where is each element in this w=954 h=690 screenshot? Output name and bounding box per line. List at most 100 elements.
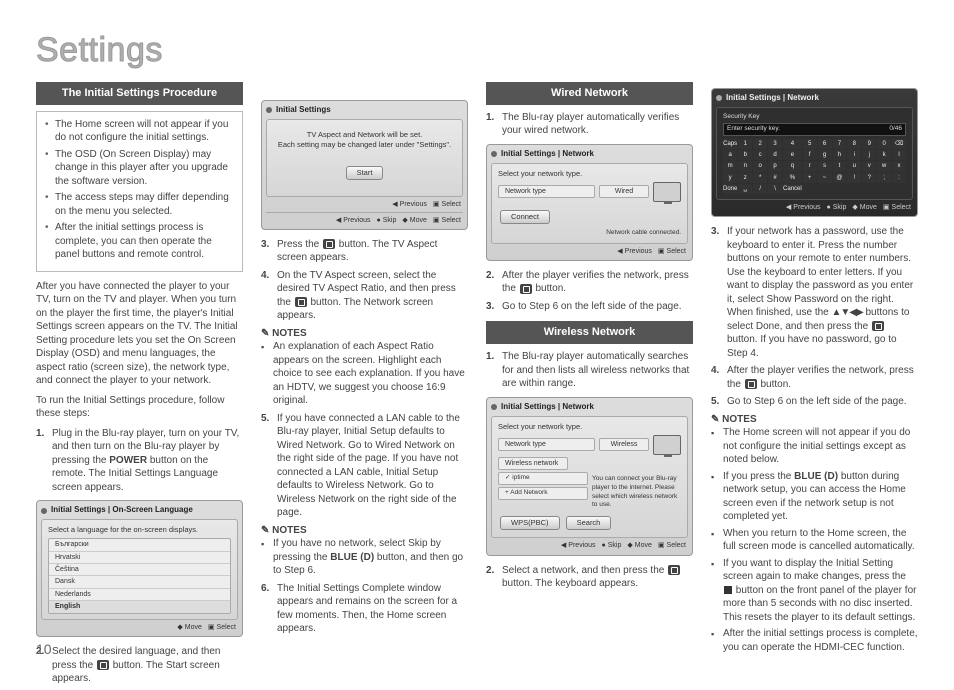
language-list[interactable]: Български Hrvatski Čeština Dansk Nederla… — [48, 538, 231, 614]
key[interactable]: w — [877, 161, 891, 171]
tv-icon — [653, 182, 681, 202]
key[interactable]: # — [768, 173, 782, 183]
key[interactable]: / — [753, 184, 767, 194]
key[interactable]: 8 — [847, 139, 861, 149]
key[interactable]: y — [723, 173, 737, 183]
key[interactable]: c — [753, 150, 767, 160]
pw-step-3: 3. If your network has a password, use t… — [711, 225, 918, 360]
key[interactable]: x — [892, 161, 906, 171]
key[interactable]: 2 — [753, 139, 767, 149]
key[interactable]: Caps — [723, 139, 737, 149]
key[interactable]: h — [833, 150, 847, 160]
key[interactable]: l — [892, 150, 906, 160]
key[interactable]: p — [768, 161, 782, 171]
lang-item[interactable]: Hrvatski — [49, 552, 230, 564]
key[interactable]: 5 — [803, 139, 817, 149]
key[interactable]: \ — [768, 184, 782, 194]
key[interactable]: 9 — [862, 139, 876, 149]
key[interactable]: t — [833, 161, 847, 171]
lang-item[interactable]: Български — [49, 539, 230, 551]
key[interactable]: k — [877, 150, 891, 160]
shot-title: Initial Settings | Network — [501, 402, 594, 413]
dot-icon — [266, 107, 272, 113]
key[interactable]: o — [753, 161, 767, 171]
start-button[interactable]: Start — [346, 166, 384, 180]
footer-previous: ◀ Previous — [336, 216, 371, 225]
footer-move: ◆ Move — [852, 203, 877, 212]
enter-icon — [520, 284, 532, 294]
column-2: Initial Settings TV Aspect and Network w… — [261, 82, 468, 690]
key[interactable]: j — [862, 150, 876, 160]
key[interactable]: Done — [723, 184, 737, 194]
key[interactable]: u — [847, 161, 861, 171]
key[interactable]: Cancel — [783, 184, 802, 194]
key[interactable]: 6 — [818, 139, 832, 149]
key[interactable]: a — [723, 150, 737, 160]
key[interactable]: r — [803, 161, 817, 171]
network-type-label: Network type — [498, 185, 595, 198]
key[interactable]: 0 — [877, 139, 891, 149]
key[interactable]: ? — [862, 173, 876, 183]
intro-paragraph: After you have connected the player to y… — [36, 280, 243, 388]
pw-step-5: 5.Go to Step 6 on the left side of the p… — [711, 395, 918, 409]
network-item[interactable]: ✓ iptime — [498, 472, 588, 485]
key[interactable]: ~ — [818, 173, 832, 183]
key[interactable]: f — [803, 150, 817, 160]
intro-paragraph-2: To run the Initial Settings procedure, f… — [36, 394, 243, 421]
key[interactable]: q — [783, 161, 802, 171]
shot-title: Initial Settings | Network — [726, 93, 819, 104]
key[interactable]: m — [723, 161, 737, 171]
key[interactable]: * — [753, 173, 767, 183]
key[interactable]: : — [892, 173, 906, 183]
connect-button[interactable]: Connect — [500, 210, 550, 224]
key[interactable]: @ — [833, 173, 847, 183]
network-type-value[interactable]: Wired — [599, 185, 649, 198]
dot-icon — [41, 508, 47, 514]
key[interactable]: 1 — [738, 139, 752, 149]
key[interactable]: z — [738, 173, 752, 183]
enter-icon — [872, 321, 884, 331]
key[interactable]: v — [862, 161, 876, 171]
enter-icon — [97, 660, 109, 670]
lang-item[interactable]: Čeština — [49, 564, 230, 576]
network-type-value[interactable]: Wireless — [599, 438, 649, 451]
key[interactable]: ⌫ — [892, 139, 906, 149]
note-item: When you return to the Home screen, the … — [711, 527, 918, 554]
key[interactable]: s — [818, 161, 832, 171]
key[interactable]: ! — [847, 173, 861, 183]
key[interactable]: i — [847, 150, 861, 160]
footer-select: ▣ Select — [658, 541, 686, 550]
key[interactable]: g — [818, 150, 832, 160]
key[interactable]: n — [738, 161, 752, 171]
key[interactable]: ; — [877, 173, 891, 183]
key[interactable]: e — [783, 150, 802, 160]
key[interactable]: ␣ — [738, 184, 752, 194]
shot-prompt: Select your network type. — [498, 422, 681, 432]
key[interactable]: + — [803, 173, 817, 183]
onscreen-keyboard[interactable]: Caps1234567890⌫ abcdefghijkl mnopqrstuvwx y… — [723, 139, 906, 193]
key[interactable]: 4 — [783, 139, 802, 149]
lang-item[interactable]: Dansk — [49, 576, 230, 588]
key[interactable]: b — [738, 150, 752, 160]
step-6: 6.The Initial Settings Complete window a… — [261, 582, 468, 636]
search-button[interactable]: Search — [566, 516, 612, 530]
box-bullet: After the initial settings process is co… — [45, 221, 234, 262]
add-network[interactable]: + Add Network — [498, 487, 588, 500]
lang-item-selected[interactable]: English — [49, 601, 230, 612]
enter-icon — [323, 239, 335, 249]
page-number: 10 — [36, 640, 52, 659]
key[interactable]: d — [768, 150, 782, 160]
step-text: Go to Step 6 on the left side of the pag… — [727, 396, 907, 407]
wps-button[interactable]: WPS(PBC) — [500, 516, 560, 530]
lang-item[interactable]: Nederlands — [49, 589, 230, 601]
footer-move: ◆ Move — [402, 216, 427, 225]
step-text: button. If you have no password, go to S… — [727, 334, 897, 359]
shot-title: Initial Settings | On-Screen Language — [51, 505, 193, 516]
network-type-label: Network type — [498, 438, 595, 451]
wired-step-1: 1.The Blu-ray player automatically verif… — [486, 111, 693, 138]
key[interactable]: 7 — [833, 139, 847, 149]
enter-icon — [668, 565, 680, 575]
key[interactable]: 3 — [768, 139, 782, 149]
note-item: If you want to display the Initial Setti… — [711, 557, 918, 625]
key[interactable]: % — [783, 173, 802, 183]
